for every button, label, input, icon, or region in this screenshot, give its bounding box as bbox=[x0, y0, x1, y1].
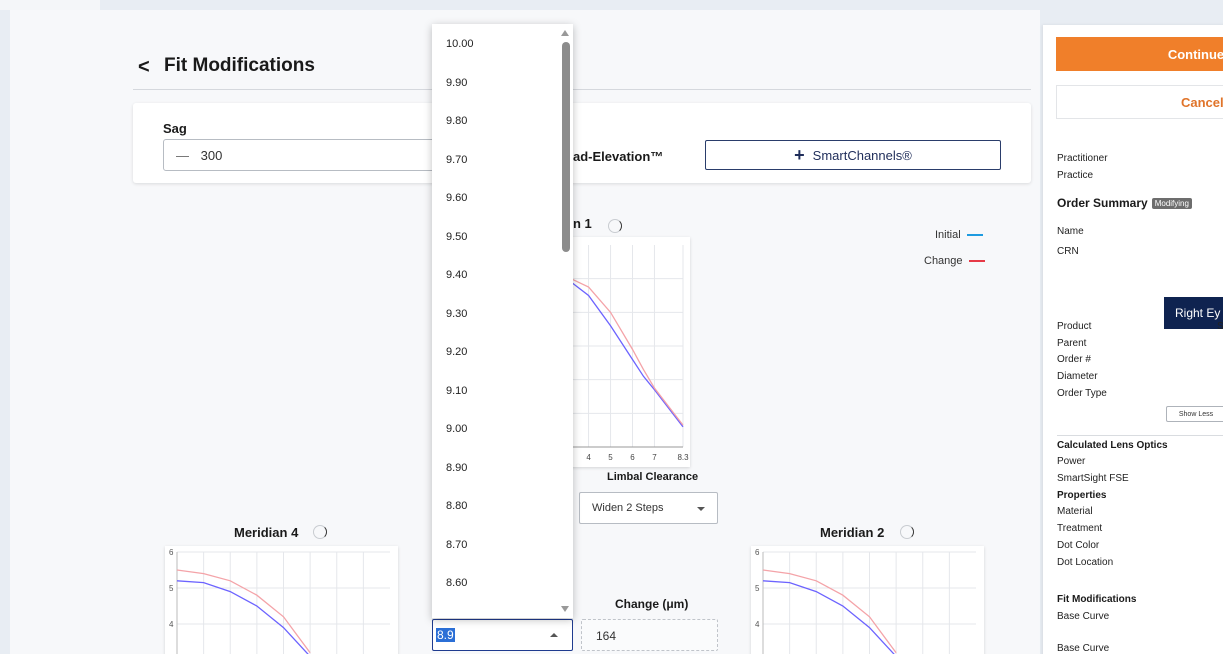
dropdown-option[interactable]: 9.20 bbox=[446, 346, 467, 358]
meridian2-title: Meridian 2 bbox=[820, 525, 885, 540]
limbal-select-value: Widen 2 Steps bbox=[592, 502, 664, 514]
y-tick-label: 5 bbox=[169, 584, 174, 593]
practice-label: Practice bbox=[1057, 170, 1094, 181]
scroll-up-icon[interactable] bbox=[561, 30, 569, 36]
top-strip bbox=[0, 0, 100, 10]
order-summary-title: Order Summary bbox=[1057, 196, 1148, 210]
show-less-button[interactable]: Show Less bbox=[1166, 406, 1223, 422]
power-label: Power bbox=[1057, 456, 1086, 467]
x-tick-label: 6 bbox=[630, 453, 635, 462]
y-tick-label: 6 bbox=[755, 548, 760, 557]
y-tick-label: 4 bbox=[169, 620, 174, 629]
legend-initial-label: Initial bbox=[935, 229, 961, 241]
dropdown-option[interactable]: 9.80 bbox=[446, 115, 467, 127]
product-value: S bbox=[1217, 321, 1223, 332]
fit-mods-heading: Fit Modifications bbox=[1057, 594, 1137, 605]
name-label: Name bbox=[1057, 226, 1084, 237]
parent-label: Parent bbox=[1057, 338, 1087, 349]
order-summary-heading: Order Summary Modifying bbox=[1057, 196, 1192, 210]
y-tick-label: 4 bbox=[755, 620, 760, 629]
dropdown-option[interactable]: 8.70 bbox=[446, 539, 467, 551]
dropdown-option[interactable]: 9.40 bbox=[446, 269, 467, 281]
order-type-label: Order Type bbox=[1057, 388, 1107, 399]
cancel-button[interactable]: Cancel bbox=[1056, 85, 1223, 119]
smartchannels-label: SmartChannels® bbox=[812, 147, 912, 163]
sag-value: 300 bbox=[200, 148, 223, 163]
dropdown-option[interactable]: 8.80 bbox=[446, 500, 467, 512]
x-tick-label: 5 bbox=[608, 453, 613, 462]
elevation-label: ad-Elevation™ bbox=[573, 149, 664, 164]
status-badge: Modifying bbox=[1151, 197, 1192, 209]
smartsight-label: SmartSight FSE bbox=[1057, 473, 1129, 484]
meridian1-chart-svg: 4 5 6 7 8.3 bbox=[570, 245, 689, 462]
chevron-down-icon bbox=[697, 507, 705, 511]
smartchannels-button[interactable]: + SmartChannels® bbox=[705, 140, 1001, 170]
calc-optics-heading: Calculated Lens Optics bbox=[1057, 440, 1168, 451]
meridian4-title: Meridian 4 bbox=[234, 525, 299, 540]
diameter-label: Diameter bbox=[1057, 371, 1098, 382]
legend-change: Change bbox=[924, 255, 985, 267]
chevron-up-icon[interactable] bbox=[550, 633, 558, 637]
legend-change-label: Change bbox=[924, 255, 963, 267]
series-line-initial bbox=[762, 580, 895, 654]
dropdown-option[interactable]: 9.50 bbox=[446, 231, 467, 243]
dropdown-option[interactable]: 9.70 bbox=[446, 154, 467, 166]
series-line-initial bbox=[570, 281, 684, 428]
dropdown-option[interactable]: 9.90 bbox=[446, 77, 467, 89]
product-label: Product bbox=[1057, 321, 1092, 332]
order-number-label: Order # bbox=[1057, 354, 1091, 365]
plus-icon: + bbox=[794, 144, 805, 165]
practitioner-label: Practitioner bbox=[1057, 153, 1108, 164]
base-curve-dropdown[interactable]: 10.00 9.90 9.80 9.70 9.60 9.50 9.40 9.30… bbox=[432, 24, 573, 618]
dot-location-label: Dot Location bbox=[1057, 557, 1114, 568]
meridian2-chart: 6 5 4 bbox=[751, 546, 984, 654]
limbal-clearance-label: Limbal Clearance bbox=[607, 471, 699, 483]
page-title: Fit Modifications bbox=[164, 55, 315, 76]
base-curve-label: Base Curve bbox=[1057, 611, 1110, 622]
meridian1-chart: 4 5 6 7 8.3 bbox=[563, 237, 690, 467]
material-label: Material bbox=[1057, 506, 1093, 517]
series-line-initial bbox=[176, 580, 309, 654]
sag-input[interactable]: — 300 bbox=[163, 139, 443, 171]
meridian1-title: n 1 bbox=[573, 216, 592, 231]
meridian4-chart: 6 5 4 bbox=[165, 546, 398, 654]
dropdown-option[interactable]: 10.00 bbox=[446, 38, 474, 50]
y-tick-label: 5 bbox=[755, 584, 760, 593]
back-icon[interactable]: < bbox=[138, 56, 150, 79]
loading-spinner-icon bbox=[900, 525, 914, 539]
loading-spinner-icon bbox=[608, 219, 622, 233]
legend-initial: Initial bbox=[935, 229, 983, 241]
sag-label: Sag bbox=[163, 121, 187, 136]
right-eye-button[interactable]: Right Ey bbox=[1164, 297, 1223, 329]
change-value-field: 164 bbox=[581, 619, 718, 651]
loading-spinner-icon bbox=[313, 525, 327, 539]
title-divider bbox=[133, 89, 1031, 90]
legend-change-line bbox=[968, 260, 985, 262]
meridian2-chart-svg: 6 5 4 bbox=[755, 548, 976, 654]
crn-label: CRN bbox=[1057, 246, 1079, 257]
base-curve-value: 8.9 bbox=[436, 628, 455, 642]
scroll-down-icon[interactable] bbox=[561, 606, 569, 612]
legend-initial-line bbox=[966, 234, 983, 236]
dropdown-option[interactable]: 9.60 bbox=[446, 192, 467, 204]
dot-color-label: Dot Color bbox=[1057, 540, 1100, 551]
treatment-label: Treatment bbox=[1057, 523, 1103, 534]
x-tick-label: 4 bbox=[586, 453, 591, 462]
y-tick-label: 6 bbox=[169, 548, 174, 557]
dropdown-option[interactable]: 9.00 bbox=[446, 423, 467, 435]
x-tick-label: 7 bbox=[652, 453, 657, 462]
dropdown-option[interactable]: 8.90 bbox=[446, 462, 467, 474]
continue-button[interactable]: Continue bbox=[1056, 37, 1223, 71]
base-curve-label-2: Base Curve bbox=[1057, 643, 1110, 654]
dropdown-scrollbar[interactable] bbox=[562, 42, 570, 252]
x-tick-label: 8.3 bbox=[677, 453, 689, 462]
minus-icon[interactable]: — bbox=[176, 148, 189, 163]
change-label: Change (μm) bbox=[615, 597, 689, 611]
sidebar-divider bbox=[1057, 435, 1223, 436]
meridian4-chart-svg: 6 5 4 bbox=[169, 548, 390, 654]
dropdown-option[interactable]: 9.30 bbox=[446, 308, 467, 320]
dropdown-option[interactable]: 9.10 bbox=[446, 385, 467, 397]
dropdown-option[interactable]: 8.60 bbox=[446, 577, 467, 589]
properties-heading: Properties bbox=[1057, 490, 1107, 501]
